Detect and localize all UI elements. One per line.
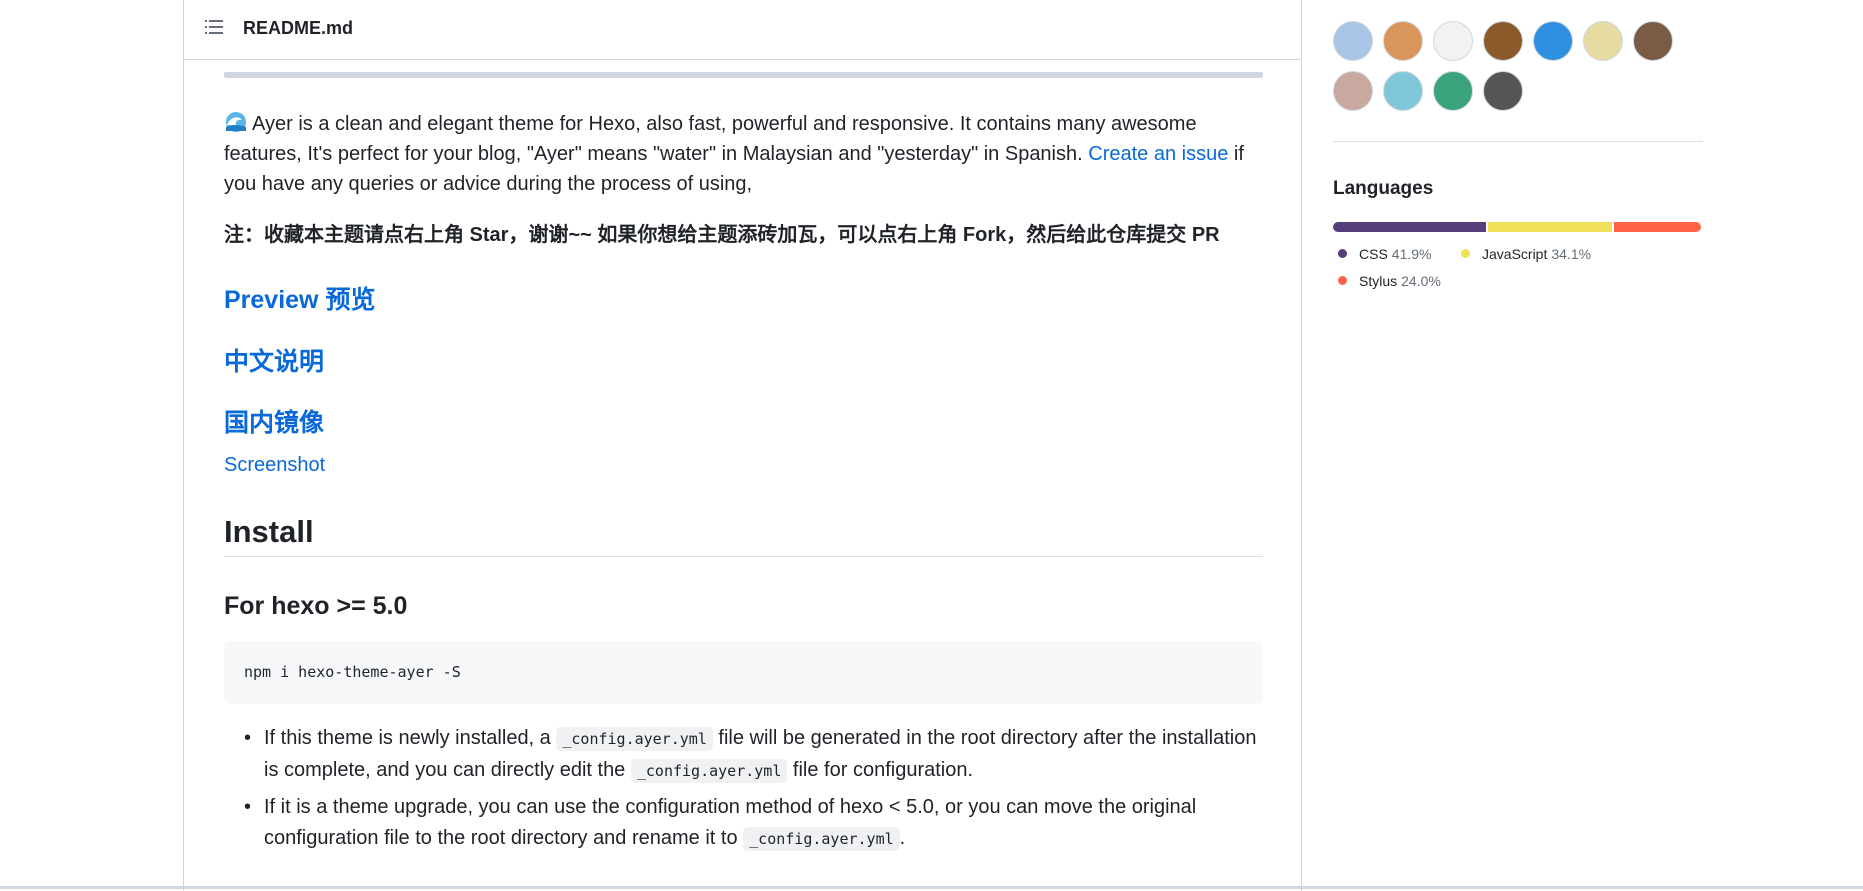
- install-heading: Install: [224, 514, 314, 549]
- hexo-version-heading: For hexo >= 5.0: [224, 592, 408, 620]
- avatar[interactable]: [1583, 21, 1623, 61]
- divider: [224, 72, 1263, 78]
- list-item-text: If it is a theme upgrade, you can use th…: [264, 796, 1197, 849]
- list-item-text: file for configuration.: [787, 759, 974, 781]
- note-paragraph: 注：收藏本主题请点右上角 Star，谢谢~~ 如果你想给主题添砖加瓦，可以点右上…: [224, 224, 1220, 246]
- inline-code: _config.ayer.yml: [556, 727, 713, 751]
- chinese-readme-link[interactable]: 中文说明: [224, 342, 324, 378]
- language-percent: 24.0%: [1401, 273, 1441, 289]
- language-name: JavaScript: [1482, 246, 1548, 262]
- list-item-text: If this theme is newly installed, a: [264, 727, 557, 749]
- language-bar-javascript: [1488, 222, 1613, 232]
- avatar[interactable]: [1633, 21, 1673, 61]
- list-item-text: .: [899, 827, 906, 849]
- mirror-link[interactable]: 国内镜像: [224, 403, 324, 439]
- code-block[interactable]: npm i hexo-theme-ayer -S: [224, 641, 1263, 704]
- language-name: Stylus: [1359, 273, 1398, 289]
- readme-header: README.md: [184, 0, 1301, 60]
- intro-paragraph: Ayer is a clean and elegant theme for He…: [224, 109, 1264, 199]
- language-percent: 34.1%: [1551, 246, 1592, 262]
- preview-link[interactable]: Preview 预览: [224, 280, 375, 316]
- readme-title: README.md: [243, 18, 354, 38]
- avatar[interactable]: [1383, 71, 1423, 111]
- language-bar-css: [1333, 222, 1487, 232]
- avatar[interactable]: [1433, 21, 1473, 61]
- languages-bar: [1333, 222, 1703, 232]
- avatar[interactable]: [1483, 71, 1523, 111]
- inline-code: _config.ayer.yml: [630, 759, 788, 783]
- intro-text: Ayer is a clean and elegant theme for He…: [224, 113, 1197, 165]
- list-item: If this theme is newly installed, a _con…: [224, 723, 1264, 787]
- language-bar-stylus: [1614, 222, 1701, 232]
- create-issue-link[interactable]: Create an issue: [1088, 143, 1228, 165]
- sidebar-divider: [1333, 141, 1703, 142]
- avatar[interactable]: [1483, 21, 1523, 61]
- language-javascript[interactable]: JavaScript 34.1%: [1461, 246, 1591, 262]
- inline-code: _config.ayer.yml: [743, 827, 900, 851]
- language-percent: 41.9%: [1391, 246, 1432, 262]
- screenshot-link[interactable]: Screenshot: [224, 454, 325, 477]
- languages-title: Languages: [1333, 178, 1434, 199]
- avatar[interactable]: [1383, 21, 1423, 61]
- avatar[interactable]: [1533, 21, 1573, 61]
- code-text: npm i hexo-theme-ayer -S: [244, 663, 461, 681]
- language-dot: [1461, 249, 1470, 258]
- language-name: CSS: [1359, 246, 1388, 262]
- language-css[interactable]: CSS 41.9%: [1338, 246, 1432, 262]
- avatar[interactable]: [1333, 71, 1373, 111]
- instruction-list: If this theme is newly installed, a _con…: [224, 723, 1264, 860]
- list-item: If it is a theme upgrade, you can use th…: [224, 792, 1264, 855]
- avatar[interactable]: [1333, 21, 1373, 61]
- language-stylus[interactable]: Stylus 24.0%: [1338, 273, 1441, 289]
- language-dot: [1338, 249, 1347, 258]
- language-dot: [1338, 276, 1347, 285]
- readme-box: README.md Ayer is a clean and elegant th…: [183, 0, 1302, 891]
- avatar[interactable]: [1433, 71, 1473, 111]
- list-icon[interactable]: [205, 19, 223, 35]
- wave-icon: [226, 112, 246, 132]
- heading-divider: [224, 556, 1263, 557]
